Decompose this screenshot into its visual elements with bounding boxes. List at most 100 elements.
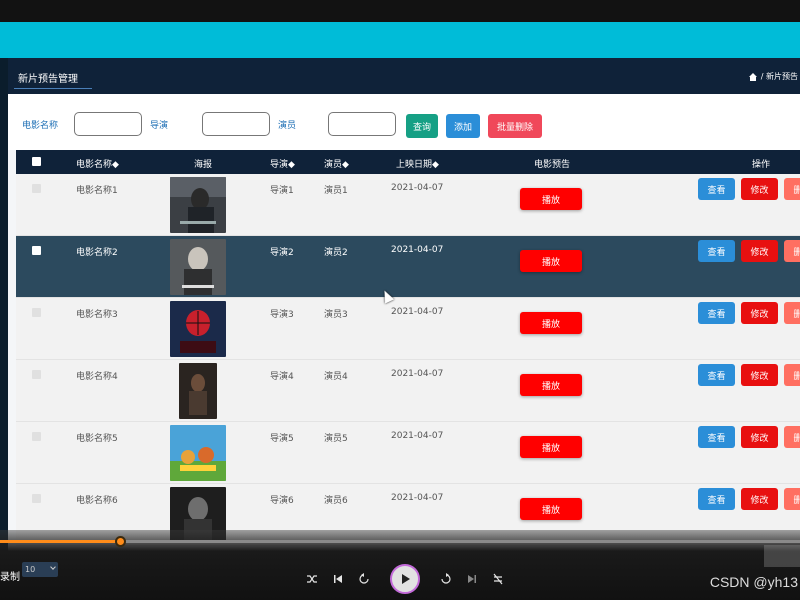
actor-cell: 演员6 — [324, 496, 348, 506]
loop-off-icon[interactable] — [492, 573, 504, 585]
table-row[interactable]: 电影名称5 导演5 演员5 2021-04-07 播放 查看 修改 删除 — [16, 422, 800, 484]
director-cell: 导演1 — [270, 186, 294, 196]
play-icon — [399, 570, 411, 589]
poster-image — [170, 177, 226, 233]
edit-button[interactable]: 修改 — [741, 426, 778, 448]
watermark: CSDN @yh13 — [709, 574, 798, 590]
header-trailer: 电影预告 — [534, 160, 571, 170]
movie-name-input[interactable] — [74, 112, 142, 136]
batch-delete-button[interactable]: 批量删除 — [488, 114, 542, 138]
view-button[interactable]: 查看 — [698, 364, 735, 386]
view-button[interactable]: 查看 — [698, 488, 735, 510]
breadcrumb-text: / 新片预告 — [760, 72, 798, 81]
actor-cell: 演员1 — [324, 186, 348, 196]
record-label: 录制 — [0, 572, 20, 583]
delete-button[interactable]: 删除 — [784, 178, 800, 200]
play-trailer-button[interactable]: 播放 — [520, 498, 582, 520]
play-trailer-button[interactable]: 播放 — [520, 374, 582, 396]
director-cell: 导演5 — [270, 434, 294, 444]
query-button[interactable]: 查询 — [406, 114, 438, 138]
edit-button[interactable]: 修改 — [741, 302, 778, 324]
rate-select[interactable]: 10 — [22, 562, 58, 577]
delete-button[interactable]: 删除 — [784, 488, 800, 510]
actor-cell: 演员2 — [324, 248, 348, 258]
delete-button[interactable]: 删除 — [784, 426, 800, 448]
view-button[interactable]: 查看 — [698, 302, 735, 324]
edit-button[interactable]: 修改 — [741, 240, 778, 262]
row-checkbox[interactable] — [32, 308, 41, 317]
play-trailer-button[interactable]: 播放 — [520, 250, 582, 272]
actor-cell: 演员4 — [324, 372, 348, 382]
view-button[interactable]: 查看 — [698, 426, 735, 448]
release-date-cell: 2021-04-07 — [391, 245, 444, 255]
director-cell: 导演3 — [270, 310, 294, 320]
movie-name-cell: 电影名称3 — [76, 310, 118, 320]
view-button[interactable]: 查看 — [698, 178, 735, 200]
admin-content: 新片预告管理 / 新片预告 电影名称 导演 演员 查询 添加 批量删除 电影名称… — [8, 58, 800, 558]
delete-button[interactable]: 删除 — [784, 240, 800, 262]
table-row[interactable]: 电影名称3 导演3 演员3 2021-04-07 播放 查看 修改 删除 — [16, 298, 800, 360]
header-movie-name[interactable]: 电影名称◆ — [76, 157, 119, 170]
rewind-icon[interactable] — [358, 573, 370, 585]
director-input[interactable] — [202, 112, 270, 136]
release-date-cell: 2021-04-07 — [391, 369, 444, 379]
actor-input[interactable] — [328, 112, 396, 136]
director-cell: 导演4 — [270, 372, 294, 382]
seek-progress — [0, 540, 120, 543]
edit-button[interactable]: 修改 — [741, 178, 778, 200]
next-icon[interactable] — [466, 573, 478, 585]
header-actor[interactable]: 演员◆ — [324, 157, 349, 170]
poster-image — [170, 239, 226, 295]
movie-name-cell: 电影名称2 — [76, 248, 118, 258]
row-checkbox[interactable] — [32, 246, 41, 255]
director-label: 导演 — [150, 121, 169, 131]
rate-value: 10 — [25, 565, 36, 574]
poster-image — [179, 363, 217, 419]
window-top-bar — [0, 0, 800, 22]
home-icon[interactable] — [748, 72, 758, 81]
actor-cell: 演员3 — [324, 310, 348, 320]
play-trailer-button[interactable]: 播放 — [520, 436, 582, 458]
release-date-cell: 2021-04-07 — [391, 493, 444, 503]
release-date-cell: 2021-04-07 — [391, 307, 444, 317]
player-controls — [306, 564, 504, 594]
table-row[interactable]: 电影名称1 导演1 演员1 2021-04-07 播放 查看 修改 删除 — [16, 174, 800, 236]
edit-button[interactable]: 修改 — [741, 488, 778, 510]
release-date-cell: 2021-04-07 — [391, 431, 444, 441]
delete-button[interactable]: 删除 — [784, 364, 800, 386]
panel-title: 新片预告管理 — [18, 74, 78, 85]
row-checkbox[interactable] — [32, 494, 41, 503]
poster-image — [170, 301, 226, 357]
forward-icon[interactable] — [440, 573, 452, 585]
screenshot: 新片预告管理 / 新片预告 电影名称 导演 演员 查询 添加 批量删除 电影名称… — [0, 0, 800, 600]
table-row[interactable]: 电影名称4 导演4 演员4 2021-04-07 播放 查看 修改 删除 — [16, 360, 800, 422]
panel-header: 新片预告管理 / 新片预告 — [8, 58, 800, 94]
previous-icon[interactable] — [332, 573, 344, 585]
shuffle-icon[interactable] — [306, 573, 318, 585]
add-button[interactable]: 添加 — [446, 114, 480, 138]
row-checkbox[interactable] — [32, 184, 41, 193]
header-release-date[interactable]: 上映日期◆ — [396, 157, 439, 170]
seek-handle[interactable] — [115, 536, 126, 547]
play-trailer-button[interactable]: 播放 — [520, 188, 582, 210]
header-director[interactable]: 导演◆ — [270, 157, 295, 170]
director-cell: 导演6 — [270, 496, 294, 506]
poster-image — [170, 425, 226, 481]
breadcrumb[interactable]: / 新片预告 — [748, 71, 798, 82]
title-underline — [14, 88, 92, 89]
edit-button[interactable]: 修改 — [741, 364, 778, 386]
search-panel: 电影名称 导演 演员 查询 添加 批量删除 — [8, 94, 800, 150]
row-checkbox[interactable] — [32, 370, 41, 379]
row-checkbox[interactable] — [32, 432, 41, 441]
play-trailer-button[interactable]: 播放 — [520, 312, 582, 334]
delete-button[interactable]: 删除 — [784, 302, 800, 324]
movie-name-cell: 电影名称4 — [76, 372, 118, 382]
movie-name-cell: 电影名称6 — [76, 496, 118, 506]
chevron-down-icon — [50, 564, 56, 570]
table-row[interactable]: 电影名称2 导演2 演员2 2021-04-07 播放 查看 修改 删除 — [16, 236, 800, 298]
select-all-checkbox[interactable] — [32, 157, 41, 166]
movie-name-cell: 电影名称5 — [76, 434, 118, 444]
view-button[interactable]: 查看 — [698, 240, 735, 262]
play-button[interactable] — [390, 564, 420, 594]
table-header: 电影名称◆ 海报 导演◆ 演员◆ 上映日期◆ 电影预告 操作 — [16, 150, 800, 174]
